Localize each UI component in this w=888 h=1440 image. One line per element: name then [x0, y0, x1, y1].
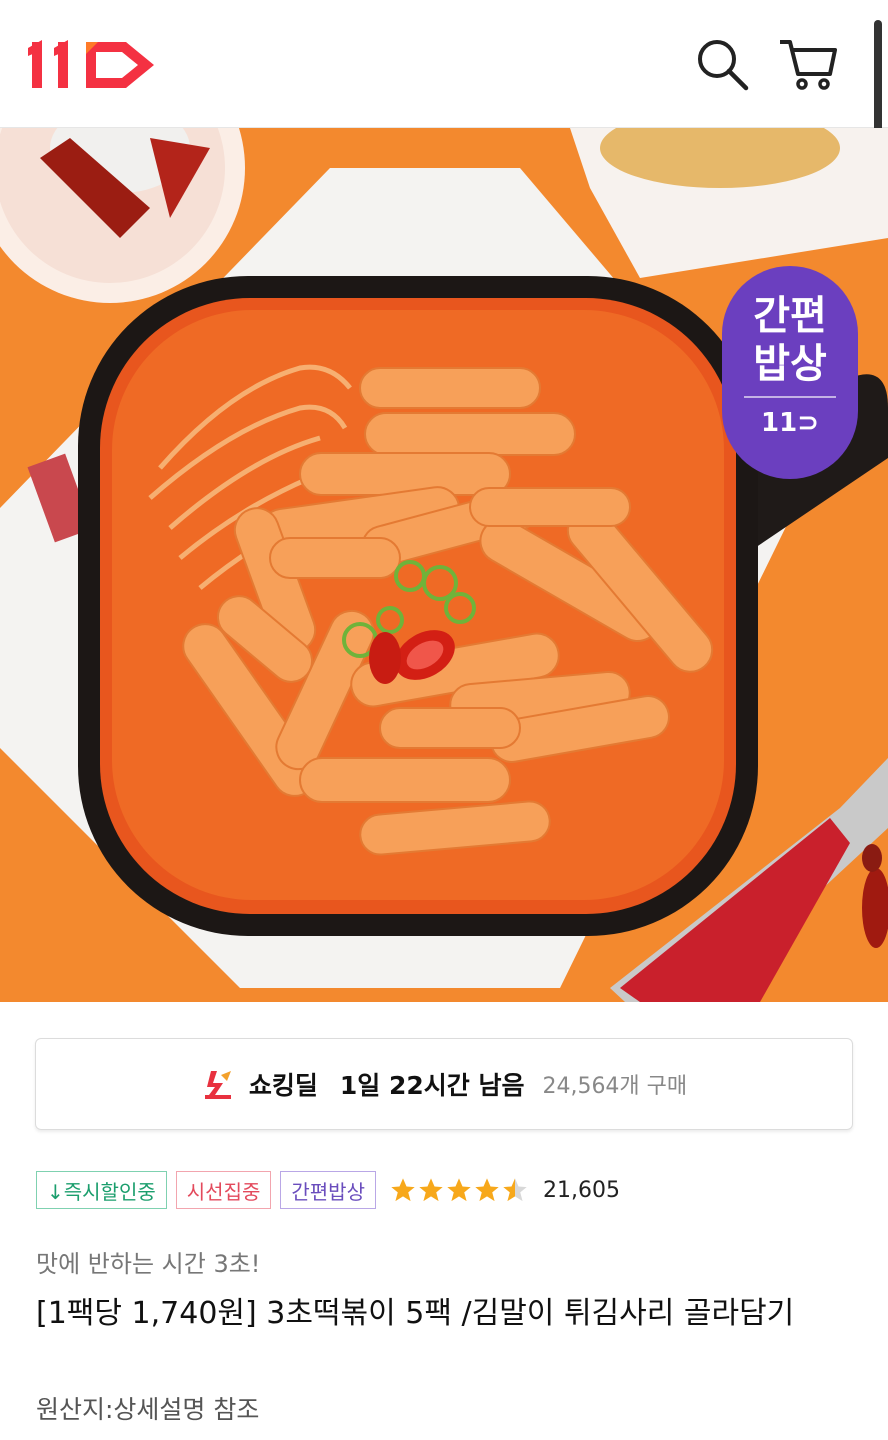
star-full-icon: [419, 1178, 443, 1202]
tag-instant-discount: ↓즉시할인중: [36, 1171, 167, 1209]
11st-logo[interactable]: [28, 34, 160, 94]
star-rating[interactable]: 21,605: [389, 1176, 620, 1204]
shocking-deal-icon: [204, 1071, 231, 1099]
badge-divider: [744, 396, 836, 398]
deal-purchase-count: 24,564개 구매: [542, 1074, 688, 1099]
badge-line-1: 간편: [753, 293, 827, 339]
product-subtitle: 맛에 반하는 시간 3초!: [36, 1250, 261, 1278]
badge-logo: 11⊃: [722, 408, 858, 438]
shocking-deal-bar[interactable]: 쇼킹딜 1일 22시간 남음 24,564개 구매: [35, 1038, 853, 1130]
top-header: [0, 0, 888, 198]
deal-time-left: 1일 22시간 남음: [339, 1071, 525, 1100]
badge-line-2: 밥상: [753, 341, 827, 387]
deal-label: 쇼킹딜: [248, 1071, 318, 1100]
star-half-icon: [503, 1178, 527, 1202]
easy-meal-badge: 간편 밥상 11⊃: [722, 266, 858, 479]
star-full-icon: [391, 1178, 415, 1202]
product-image-carousel[interactable]: 간편 밥상 11⊃: [0, 128, 888, 1002]
review-count: 21,605: [542, 1177, 620, 1203]
search-icon[interactable]: [692, 34, 752, 94]
product-photo: [0, 128, 888, 1002]
tag-spotlight: 시선집중: [175, 1171, 272, 1209]
product-tags: ↓즉시할인중 시선집중 간편밥상 21,605: [36, 1170, 620, 1210]
product-title: [1팩당 1,740원] 3초떡볶이 5팩 /김말이 튀김사리 골라담기: [36, 1296, 795, 1331]
product-origin: 원산지:상세설명 참조: [36, 1395, 260, 1424]
star-full-icon: [475, 1178, 499, 1202]
badge-logo-text: 11: [761, 408, 798, 438]
badge-logo-arrow-icon: ⊃: [797, 408, 819, 438]
cart-icon[interactable]: [778, 34, 838, 94]
star-full-icon: [447, 1178, 471, 1202]
tag-easy-meal: 간편밥상: [280, 1171, 376, 1209]
